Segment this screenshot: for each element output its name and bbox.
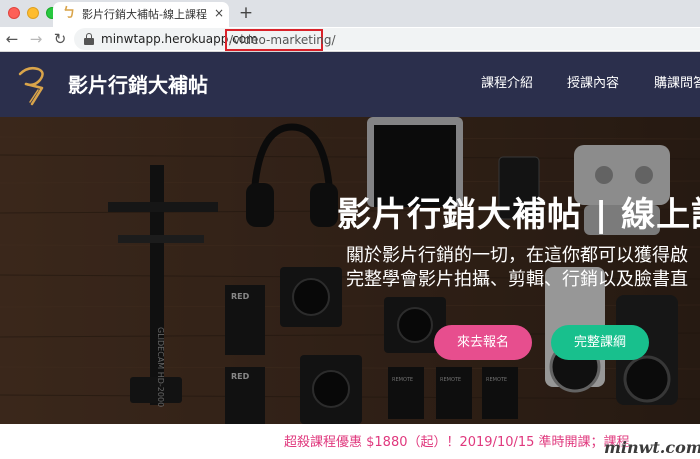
tab-bar: ㄅ 影片行銷大補帖-線上課程 | 國際 × + bbox=[0, 0, 700, 27]
site-header: 影片行銷大補帖 課程介紹 授課內容 購課問答 bbox=[0, 52, 700, 117]
new-tab-button[interactable]: + bbox=[236, 3, 256, 23]
forward-button[interactable]: → bbox=[26, 29, 46, 49]
promo-text[interactable]: 超殺課程優惠 $1880（起）！2019/10/15 準時開課；課程 bbox=[284, 433, 630, 453]
url-path-highlighted: /video-marketing/ bbox=[225, 29, 336, 51]
signup-button[interactable]: 來去報名 bbox=[434, 325, 532, 360]
lock-icon[interactable] bbox=[84, 33, 94, 45]
browser-toolbar: ← → ↻ minwtapp.herokuapp.com /video-mark… bbox=[0, 27, 700, 52]
nav-course-intro[interactable]: 課程介紹 bbox=[481, 74, 533, 94]
close-window-button[interactable] bbox=[8, 7, 20, 19]
hero-subtitle-line1: 關於影片行銷的一切，在這你都可以獲得啟 bbox=[346, 245, 688, 266]
address-bar[interactable]: minwtapp.herokuapp.com /video-marketing/ bbox=[74, 28, 700, 51]
hero-banner: GLIDECAM HD-2000 RED RED REMOTE REMOTE R… bbox=[0, 117, 700, 424]
minimize-window-button[interactable] bbox=[27, 7, 39, 19]
hero-subtitle-line2: 完整學會影片拍攝、剪輯、行銷以及臉書直 bbox=[346, 269, 688, 290]
site-name[interactable]: 影片行銷大補帖 bbox=[68, 71, 208, 99]
watermark: minwt.com bbox=[604, 438, 700, 457]
reload-button[interactable]: ↻ bbox=[50, 29, 70, 49]
hero-title: 影片行銷大補帖 | 線上課 bbox=[337, 195, 700, 235]
browser-window: ㄅ 影片行銷大補帖-線上課程 | 國際 × + ← → ↻ minwtapp.h… bbox=[0, 0, 700, 459]
nav-purchase-faq[interactable]: 購課問答 bbox=[654, 74, 700, 94]
site-favicon-icon: ㄅ bbox=[62, 6, 76, 21]
nav-course-content[interactable]: 授課內容 bbox=[567, 74, 619, 94]
promo-strip: 超殺課程優惠 $1880（起）！2019/10/15 準時開課；課程 minwt… bbox=[0, 424, 700, 459]
tab-title: 影片行銷大補帖-線上課程 | 國際 bbox=[82, 8, 210, 21]
site-logo-icon[interactable] bbox=[14, 60, 54, 108]
back-button[interactable]: ← bbox=[2, 29, 22, 49]
browser-tab-active[interactable]: ㄅ 影片行銷大補帖-線上課程 | 國際 × bbox=[53, 2, 229, 27]
full-syllabus-button[interactable]: 完整課綱 bbox=[551, 325, 649, 360]
tab-close-icon[interactable]: × bbox=[212, 6, 226, 20]
